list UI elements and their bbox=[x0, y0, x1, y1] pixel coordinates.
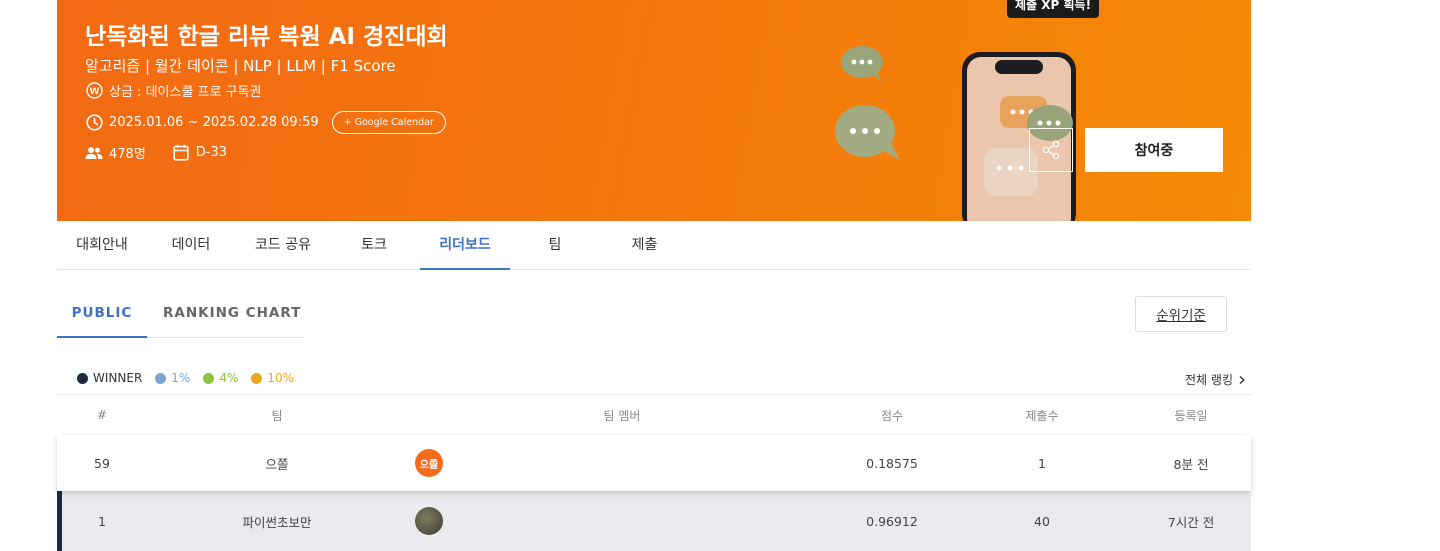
d-day: D-33 bbox=[195, 145, 228, 160]
subtab-ranking-chart[interactable]: RANKING CHART bbox=[163, 296, 303, 338]
tab-team[interactable]: 팀 bbox=[530, 221, 580, 270]
tab-data[interactable]: 데이터 bbox=[157, 221, 225, 270]
header-team: 팀 bbox=[271, 408, 283, 423]
leaderboard-header: # 팀 팀 멤버 점수 제출수 등록일 bbox=[57, 394, 1251, 435]
period-text: 2025.01.06 ~ 2025.02.28 09:59 bbox=[109, 115, 319, 130]
join-button[interactable]: 참여중 bbox=[1085, 128, 1223, 172]
avatar[interactable]: 으쫄 bbox=[415, 449, 443, 477]
row-submissions: 1 bbox=[1038, 455, 1046, 471]
row-registered: 8분 전 bbox=[1173, 456, 1209, 472]
legend-10pct: 10% bbox=[251, 371, 294, 385]
table-row[interactable]: 1 파이썬초보만 0.96912 40 7시간 전 bbox=[57, 491, 1251, 551]
row-team[interactable]: 으쫄 bbox=[207, 435, 347, 491]
bronze-dot-icon bbox=[251, 372, 263, 384]
full-ranking-link[interactable]: 전체 랭킹 bbox=[1185, 371, 1247, 388]
header-rank: # bbox=[96, 408, 108, 422]
chat-bubble-icon bbox=[841, 46, 883, 82]
row-members: 으쫄 bbox=[415, 435, 443, 491]
legend-1pct: 1% bbox=[155, 371, 190, 385]
tab-code-share[interactable]: 코드 공유 bbox=[243, 221, 323, 270]
calendar-icon bbox=[172, 144, 190, 162]
participant-count: 478명 bbox=[109, 147, 146, 162]
row-rank: 1 bbox=[98, 513, 106, 529]
stats-row: 478명 D-33 bbox=[85, 143, 227, 162]
winner-dot-icon bbox=[77, 372, 88, 384]
row-team[interactable]: 파이썬초보만 bbox=[207, 491, 347, 551]
medal-legend: WINNER 1% 4% 10% bbox=[77, 371, 307, 385]
row-rank: 59 bbox=[94, 455, 110, 471]
prize-text: 상금 : 데이스쿨 프로 구독권 bbox=[109, 85, 262, 100]
row-members bbox=[415, 491, 443, 551]
table-row[interactable]: 59 으쫄 으쫄 0.18575 1 8분 전 bbox=[57, 435, 1251, 491]
chat-bubble-icon bbox=[835, 105, 900, 160]
tab-submit[interactable]: 제출 bbox=[617, 221, 672, 270]
svg-text:W: W bbox=[89, 87, 99, 97]
people-icon bbox=[85, 144, 103, 162]
row-score: 0.96912 bbox=[866, 513, 918, 529]
share-button[interactable] bbox=[1029, 128, 1073, 172]
competition-title: 난독화된 한글 리뷰 복원 AI 경진대회 bbox=[85, 24, 448, 50]
legend-winner: WINNER bbox=[77, 371, 142, 385]
row-submissions: 40 bbox=[1034, 513, 1050, 529]
header-score: 점수 bbox=[880, 408, 904, 423]
competition-tags: 알고리즘 | 월간 데이콘 | NLP | LLM | F1 Score bbox=[85, 57, 396, 75]
row-registered: 7시간 전 bbox=[1167, 514, 1215, 530]
ranking-criteria-button[interactable]: 순위기준 bbox=[1135, 296, 1227, 332]
period-row: 2025.01.06 ~ 2025.02.28 09:59 + Google C… bbox=[85, 111, 446, 134]
tab-overview[interactable]: 대회안내 bbox=[57, 221, 147, 270]
clock-icon bbox=[85, 114, 103, 132]
google-calendar-button[interactable]: + Google Calendar bbox=[331, 111, 446, 134]
prize-row: W 상금 : 데이스쿨 프로 구독권 bbox=[85, 81, 261, 100]
header-registered: 등록일 bbox=[1174, 408, 1208, 423]
competition-banner: 난독화된 한글 리뷰 복원 AI 경진대회 알고리즘 | 월간 데이콘 | NL… bbox=[57, 0, 1251, 221]
tab-leaderboard[interactable]: 리더보드 bbox=[420, 221, 510, 270]
subtab-public[interactable]: PUBLIC bbox=[57, 296, 147, 338]
full-ranking-label: 전체 랭킹 bbox=[1185, 373, 1233, 387]
gold-dot-icon bbox=[155, 372, 167, 384]
header-members: 팀 멤버 bbox=[603, 408, 641, 423]
legend-4pct: 4% bbox=[203, 371, 238, 385]
leaderboard-subtabs: PUBLIC RANKING CHART bbox=[57, 296, 304, 338]
avatar[interactable] bbox=[415, 507, 443, 535]
header-submissions: 제출수 bbox=[1025, 408, 1059, 423]
tab-talk[interactable]: 토크 bbox=[344, 221, 404, 270]
competition-tabs: 대회안내 데이터 코드 공유 토크 리더보드 팀 제출 bbox=[57, 221, 1251, 270]
won-icon: W bbox=[85, 82, 103, 100]
silver-dot-icon bbox=[203, 372, 215, 384]
row-score: 0.18575 bbox=[866, 455, 918, 471]
share-icon bbox=[1042, 140, 1060, 160]
chevron-right-icon bbox=[1239, 375, 1245, 384]
xp-tooltip: 제출 XP 획득! bbox=[1007, 0, 1100, 18]
